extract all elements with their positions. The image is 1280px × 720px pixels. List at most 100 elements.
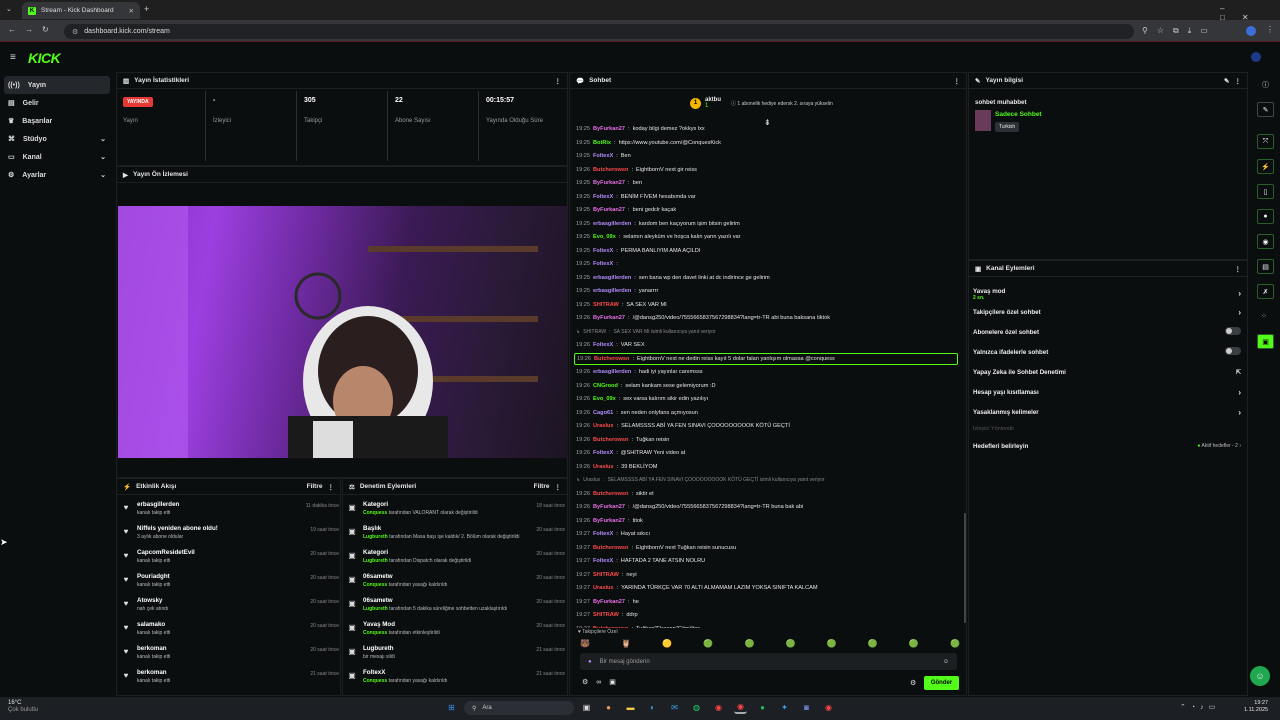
document-icon[interactable]: ▯ bbox=[1257, 184, 1274, 199]
chat-message[interactable]: 19:25 erbasgillerden: yanarrrr bbox=[576, 285, 658, 297]
user-avatar[interactable] bbox=[1251, 52, 1261, 62]
start-icon[interactable]: ⊞ bbox=[445, 701, 458, 714]
chat-message[interactable]: ↳ SHITRAW: SA SEX VAR MI isimli kullanıcı… bbox=[576, 326, 716, 338]
activity-item[interactable]: ♥ CapcomResidetEvil kanalı takip etti 20 sa… bbox=[121, 549, 343, 573]
emote-chat-row[interactable]: Yalnızca ifadelerle sohbet bbox=[973, 343, 1241, 361]
chat-username[interactable]: Uraslux bbox=[593, 423, 614, 429]
chat-username[interactable]: FoltexX bbox=[593, 558, 613, 564]
clock[interactable]: 19:27 1.11.2025 bbox=[1244, 700, 1268, 714]
edit-layout-icon[interactable]: ✎ bbox=[1257, 102, 1274, 117]
emote-icon[interactable]: 🟢 bbox=[786, 639, 796, 649]
chat-username[interactable]: CNGrood bbox=[593, 383, 618, 389]
chat-username[interactable]: Butcherowsn bbox=[594, 356, 629, 362]
chat-message[interactable]: 19:26 Evo_09x: sex varsa kalırım sikir ed… bbox=[576, 393, 708, 405]
emote-icon[interactable]: 🟢 bbox=[909, 639, 919, 649]
browser-tab[interactable]: K Stream - Kick Dashboard ✕ bbox=[22, 2, 140, 19]
emote-icon[interactable]: 🟢 bbox=[827, 639, 837, 649]
tab-search-icon[interactable]: ⌄ bbox=[6, 5, 12, 13]
chat-message[interactable]: 19:25 FoltexX: bbox=[576, 258, 621, 270]
activity-item[interactable]: ♥ berkoman kanalı takip etti 20 saat önce bbox=[121, 645, 343, 669]
chat-message[interactable]: 19:27 SHITRAW: ddrp bbox=[576, 609, 638, 621]
chat-username[interactable]: SHITRAW bbox=[593, 612, 619, 618]
discord-icon[interactable]: ◙ bbox=[800, 701, 813, 714]
activity-item[interactable]: ♥ Atowsky nah çek atındı 20 saat önce bbox=[121, 597, 343, 621]
slow-mode-row[interactable]: Yavaş mod 2 sn. › bbox=[973, 283, 1241, 305]
chat-settings-icon[interactable]: ⚙ bbox=[910, 679, 916, 687]
activity-filter-button[interactable]: Filtre bbox=[307, 483, 323, 490]
banned-words-row[interactable]: Yasaklanmış kelimeler › bbox=[973, 403, 1241, 421]
system-tray-icons[interactable]: ⌃◔♪▭ bbox=[1180, 703, 1220, 711]
chat-username[interactable]: SHITRAW bbox=[593, 572, 619, 578]
app-icon[interactable]: ◉ bbox=[822, 701, 835, 714]
chat-username[interactable]: erbasgillerden bbox=[593, 288, 631, 294]
info-icon[interactable]: ⓘ bbox=[1262, 80, 1269, 90]
app-icon[interactable]: ● bbox=[602, 701, 615, 714]
hamburger-icon[interactable]: ≡ bbox=[10, 52, 16, 63]
sidebar-item-gelir[interactable]: ▤ Gelir bbox=[0, 94, 114, 112]
chat-message[interactable]: 19:25 FoltexX: Ben bbox=[576, 150, 631, 162]
chat-username[interactable]: Uraslux bbox=[593, 585, 614, 591]
sub-chat-row[interactable]: Abonelere özel sohbet bbox=[973, 323, 1241, 341]
edit-icon[interactable]: ✎ bbox=[1224, 77, 1229, 85]
moderation-item[interactable]: ▣ FoltexX Conquess tarafından yasağı kaldı… bbox=[347, 669, 569, 693]
chat-message[interactable]: 19:26 ByFurkan27: titok bbox=[576, 515, 643, 527]
activity-item[interactable]: ♥ berkoman kanalı takip etti 21 saat önce bbox=[121, 669, 343, 693]
chat-username[interactable]: FoltexX bbox=[593, 248, 613, 254]
mod-view-icon[interactable]: ▣ bbox=[1257, 334, 1274, 349]
chat-leaderboard[interactable]: 1 aktbu 1 ⓘ 1 abonelik hediye edersk 2. s… bbox=[690, 97, 833, 109]
spotify-icon[interactable]: ● bbox=[756, 701, 769, 714]
share-icon[interactable]: ⁘ bbox=[1261, 312, 1267, 320]
sidebar-item-studyo[interactable]: ⌘ Stüdyo ⌄ bbox=[0, 130, 114, 148]
moderation-item[interactable]: ▣ 06sametw Conquess tarafından yasağı kald… bbox=[347, 573, 569, 597]
chat-username[interactable]: Cago61 bbox=[593, 410, 613, 416]
chat-message[interactable]: 19:26 Uraslux: 39 BEKLİYOM bbox=[576, 461, 657, 473]
ai-moderation-row[interactable]: Yapay Zeka ile Sohbet Denetimi ⇱ bbox=[973, 363, 1241, 381]
moderation-item[interactable]: ▣ Başlık Lugbureth tarafından Masa başı iş… bbox=[347, 525, 569, 549]
chat-username[interactable]: Butcherowsn bbox=[593, 626, 628, 629]
task-view-icon[interactable]: ▣ bbox=[580, 701, 593, 714]
chat-username[interactable]: Evo_09x bbox=[593, 234, 616, 240]
chat-username[interactable]: FoltexX bbox=[593, 261, 613, 267]
chat-scrollbar[interactable] bbox=[964, 513, 966, 623]
emote-icon[interactable]: 🟢 bbox=[744, 639, 754, 649]
mail-icon[interactable]: ✉ bbox=[668, 701, 681, 714]
sidebar-item-yayin[interactable]: ((•)) Yayın bbox=[4, 76, 110, 94]
chat-username[interactable]: Butcherowsn bbox=[593, 437, 628, 443]
chat-message[interactable]: 19:25 SHITRAW: SA SEX VAR MI bbox=[576, 299, 667, 311]
support-chat-icon[interactable]: ☺ bbox=[1250, 666, 1270, 686]
kick-logo[interactable]: KICK bbox=[28, 50, 61, 66]
chat-message[interactable]: 19:25 FoltexX: PERMA BANLIYIM AMA AÇILDI bbox=[576, 245, 700, 257]
browser-toolbar-icons[interactable]: ⚲☆⧉⤓▭ bbox=[1142, 26, 1217, 36]
chat-message[interactable]: 19:27 Uraslux: YARINDA TÜRKÇE VAR 70 ALTI… bbox=[576, 582, 818, 594]
chat-message[interactable]: 19:26 erbasgillerden: hadi iyi yayınlar c… bbox=[576, 366, 703, 378]
sidebar-item-kanal[interactable]: ▭ Kanal ⌄ bbox=[0, 148, 114, 166]
more-icon[interactable]: ⋮ bbox=[555, 77, 562, 85]
chat-input[interactable]: ● Bir mesaj gönderin ☺ bbox=[580, 653, 957, 670]
emote-chat-toggle[interactable] bbox=[1225, 347, 1241, 355]
chat-message[interactable]: 19:25 FoltexX: BENİM FİVEM hesabımda var bbox=[576, 191, 696, 203]
chat-message[interactable]: 19:27 ByFurkan27: he bbox=[576, 596, 639, 608]
chat-message[interactable]: 19:25 erbasgillerden: sen bana wp den dav… bbox=[576, 272, 770, 284]
chat-message[interactable]: 19:27 FoltexX: HAFTADA 2 TANE ATSIN NOLRU bbox=[576, 555, 705, 567]
emote-icon[interactable]: 🟢 bbox=[950, 639, 960, 649]
chat-username[interactable]: Uraslux bbox=[593, 464, 614, 470]
chat-bubble-icon[interactable]: ● bbox=[1257, 209, 1274, 224]
follower-chat-row[interactable]: Takipçilere özel sohbet › bbox=[973, 303, 1241, 321]
chat-username[interactable]: erbasgillerden bbox=[593, 275, 631, 281]
emoji-icon[interactable]: ☺ bbox=[943, 659, 949, 665]
chat-message[interactable]: 19:26 ByFurkan27: /@dansg250/video/755566… bbox=[576, 501, 803, 513]
category-name[interactable]: Sadece Sohbet bbox=[995, 111, 1042, 118]
activity-item[interactable]: ♥ Niffels yeniden abone oldu! 3 aylık abon… bbox=[121, 525, 343, 549]
moderation-item[interactable]: ▣ 06sametw Lugbureth tarafından 5 dakika s… bbox=[347, 597, 569, 621]
chat-username[interactable]: ByFurkan27 bbox=[593, 207, 625, 213]
chat-message[interactable]: 19:26 Butcherowsn: Tuğkan reisin bbox=[576, 434, 669, 446]
bolt-icon[interactable]: ⚡ bbox=[1257, 159, 1274, 174]
chat-username[interactable]: ByFurkan27 bbox=[593, 180, 625, 186]
more-icon[interactable]: ⋮ bbox=[1235, 77, 1242, 85]
activity-item[interactable]: ♥ erbasgillerden kanalı takip etti 11 dakik… bbox=[121, 501, 343, 525]
site-info-icon[interactable]: ⚙ bbox=[72, 28, 78, 36]
chat-username[interactable]: Evo_09x bbox=[593, 396, 616, 402]
chat-message[interactable]: 19:27 FoltexX: Hayat sıkıcı bbox=[576, 528, 650, 540]
emote-icon[interactable]: 🐻 bbox=[580, 639, 590, 649]
chat-username[interactable]: Butcherowsn bbox=[593, 491, 628, 497]
